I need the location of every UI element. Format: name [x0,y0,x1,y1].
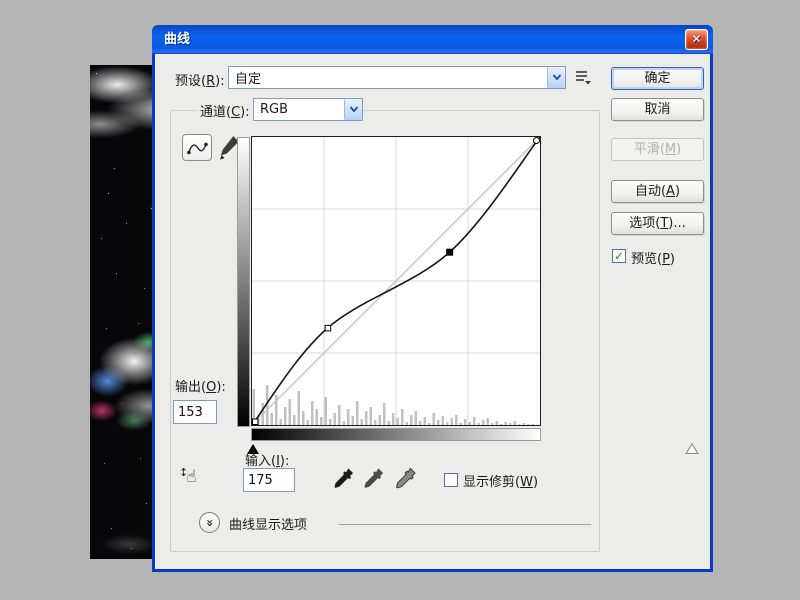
curve-chart [251,136,541,426]
double-chevron-icon: » [202,518,217,527]
preview-checkbox[interactable]: ✓ [612,249,626,263]
white-point-slider[interactable] [685,443,699,454]
preset-label: 预设(R): [175,74,225,89]
dialog-titlebar[interactable]: 曲线 ✕ [152,25,713,54]
smooth-button: 平滑(M) [611,138,704,161]
show-clipping-checkbox[interactable] [444,473,458,487]
auto-button[interactable]: 自动(A) [611,180,704,203]
channel-dropdown[interactable]: RGB [253,98,363,121]
starfield-decoration [96,73,97,74]
input-gradient-bar [251,428,541,441]
input-label: 输入(I): [245,454,290,469]
cancel-button[interactable]: 取消 [611,98,704,121]
check-icon: ✓ [613,249,625,263]
black-eyedropper-icon[interactable] [331,466,355,492]
curve-display-options-label: 曲线显示选项 [229,518,308,533]
on-image-adjust-hand-icon[interactable]: ↕☝ [179,466,197,487]
output-label: 输出(O): [175,380,226,395]
channel-label: 通道(C): [197,101,253,120]
section-divider [339,524,591,525]
channel-value: RGB [260,102,289,117]
white-eyedropper-icon[interactable] [393,466,417,492]
chevron-down-icon[interactable] [344,99,362,120]
show-clipping-label: 显示修剪(W) [463,475,539,490]
preset-options-menu-icon[interactable] [574,69,592,89]
ok-button[interactable]: 确定 [611,67,704,90]
output-value-input[interactable] [173,400,217,424]
dialog-title: 曲线 [164,32,191,47]
options-button[interactable]: 选项(T)... [611,212,704,235]
input-value-input[interactable] [243,468,295,492]
dialog-body: 预设(R): 自定 确定 取消 平滑(M) 自动(A) 选项(T)... ✓ 预… [155,54,710,569]
output-gradient-bar [237,137,250,427]
curves-dialog: 曲线 ✕ 预设(R): 自定 确定 取消 平滑(M) 自动(A) 选项(T)..… [152,25,713,572]
preset-dropdown[interactable]: 自定 [228,66,566,89]
preview-label: 预览(P) [631,252,675,267]
curve-plot-area[interactable] [251,136,541,426]
preset-value: 自定 [235,72,262,87]
curve-point-tool-button[interactable] [182,134,212,161]
close-icon: ✕ [691,32,702,46]
expand-options-button[interactable]: » [199,512,220,533]
curve-icon [187,142,208,154]
chevron-down-icon[interactable] [547,67,565,88]
gray-eyedropper-icon[interactable] [361,466,385,492]
close-button[interactable]: ✕ [685,29,708,50]
